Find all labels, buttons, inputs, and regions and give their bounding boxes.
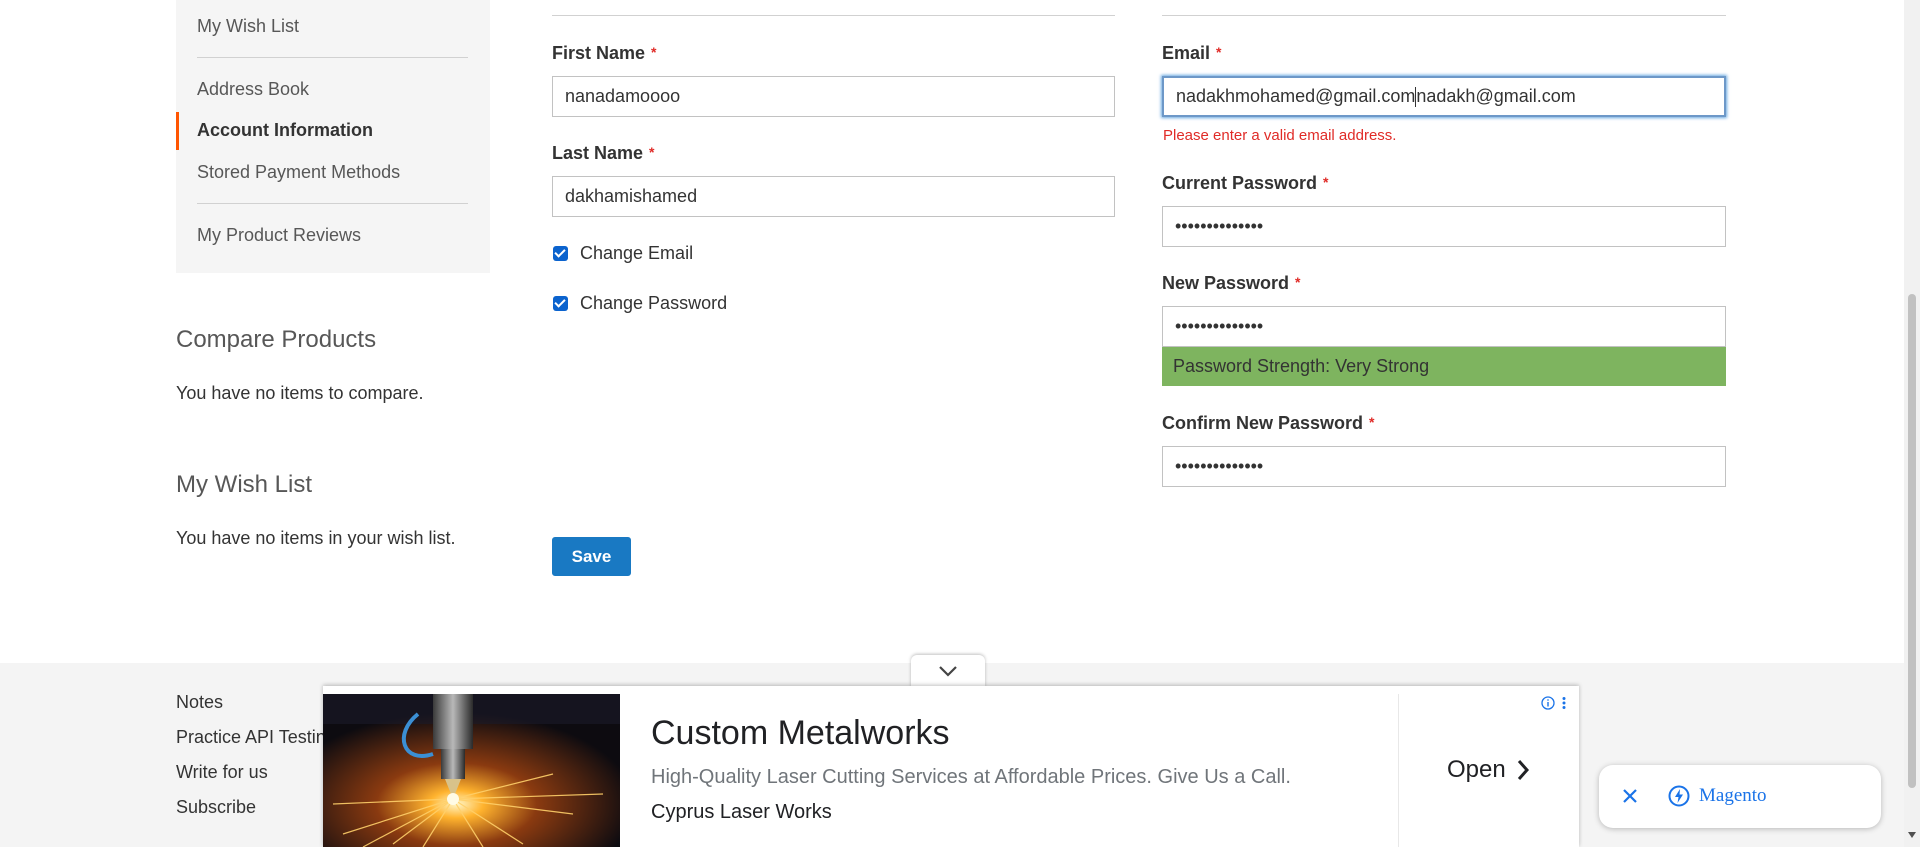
sidebar-divider — [197, 57, 468, 58]
footer-link-write-for-us[interactable]: Write for us — [176, 762, 268, 783]
info-icon[interactable] — [1541, 696, 1555, 710]
chevron-down-icon — [939, 666, 957, 677]
new-password-label: New Password * — [1162, 273, 1301, 293]
email-input[interactable]: nadakhmohamed@gmail.com nadakh@gmail.com — [1162, 76, 1726, 117]
sidebar-item-address-book[interactable]: Address Book — [197, 79, 309, 100]
change-email-checkbox-row[interactable]: Change Email — [553, 243, 693, 264]
ad-title[interactable]: Custom Metalworks — [651, 714, 950, 753]
wish-list-empty-text: You have no items in your wish list. — [176, 528, 456, 548]
footer-link-practice-api-testing[interactable]: Practice API Testin — [176, 727, 326, 748]
ad-divider — [1398, 694, 1399, 847]
email-text-before-cursor: nadakhmohamed@gmail.com — [1176, 86, 1416, 106]
compare-products-title: Compare Products — [176, 326, 377, 353]
vertical-scrollbar[interactable] — [1904, 0, 1920, 847]
ad-image-laser-cutting[interactable] — [323, 694, 620, 847]
ad-advertiser[interactable]: Cyprus Laser Works — [651, 801, 832, 824]
password-strength-meter: Password Strength: Very Strong — [1162, 347, 1726, 386]
confirm-password-label: Confirm New Password * — [1162, 413, 1375, 433]
sidebar-item-my-product-reviews[interactable]: My Product Reviews — [197, 225, 361, 246]
ad-open-label[interactable]: Open — [1447, 756, 1506, 784]
anchor-ad[interactable]: Custom Metalworks High-Quality Laser Cut… — [323, 686, 1579, 847]
email-text-after-cursor: nadakh@gmail.com — [1416, 86, 1576, 106]
email-label: Email * — [1162, 43, 1222, 63]
last-name-label: Last Name * — [552, 143, 655, 163]
sidebar-item-account-information: Account Information — [197, 120, 373, 140]
last-name-input[interactable]: dakhamishamed — [552, 176, 1115, 217]
ad-description[interactable]: High-Quality Laser Cutting Services at A… — [651, 766, 1291, 789]
wish-list-title: My Wish List — [176, 471, 313, 498]
confirm-password-input[interactable]: •••••••••••••• — [1162, 446, 1726, 487]
footer-link-notes[interactable]: Notes — [176, 692, 223, 713]
magento-pill-label[interactable]: Magento — [1699, 785, 1767, 807]
save-button[interactable]: Save — [552, 537, 631, 576]
sidebar-item-my-wish-list[interactable]: My Wish List — [197, 16, 299, 37]
current-password-input[interactable]: •••••••••••••• — [1162, 206, 1726, 247]
first-name-input[interactable]: nanadamoooo — [552, 76, 1115, 117]
current-password-label: Current Password * — [1162, 173, 1329, 193]
change-email-label[interactable]: Change Email — [580, 243, 693, 264]
chevron-right-icon — [1517, 760, 1529, 780]
new-password-input[interactable]: •••••••••••••• — [1162, 306, 1726, 347]
change-email-checkbox[interactable] — [553, 246, 568, 261]
sidebar-active-indicator — [176, 112, 179, 150]
compare-products-empty-text: You have no items to compare. — [176, 383, 424, 403]
account-nav: My Wish List Address Book Account Inform… — [176, 0, 490, 273]
first-name-label: First Name * — [552, 43, 657, 63]
close-icon[interactable] — [1619, 785, 1641, 807]
ad-collapse-button[interactable] — [911, 655, 985, 687]
fieldset-divider — [552, 15, 1115, 16]
bolt-icon — [1668, 785, 1690, 807]
sidebar-divider — [197, 203, 468, 204]
change-password-checkbox[interactable] — [553, 296, 568, 311]
fieldset-legend-fragment: r — [1225, 0, 1234, 9]
ad-info-controls[interactable] — [1541, 696, 1567, 710]
more-vert-icon[interactable] — [1561, 696, 1567, 710]
ad-open-button[interactable]: Open — [1447, 756, 1530, 784]
change-password-checkbox-row[interactable]: Change Password — [553, 293, 727, 314]
scroll-down-arrow-icon[interactable] — [1908, 832, 1916, 838]
change-password-label[interactable]: Change Password — [580, 293, 727, 314]
fieldset-divider — [1162, 15, 1726, 16]
footer-link-subscribe[interactable]: Subscribe — [176, 797, 256, 818]
sidebar-item-stored-payment-methods[interactable]: Stored Payment Methods — [197, 162, 400, 183]
scrollbar-thumb[interactable] — [1908, 294, 1916, 788]
magento-floating-pill[interactable]: Magento — [1599, 765, 1881, 828]
email-error-message: Please enter a valid email address. — [1163, 127, 1397, 144]
